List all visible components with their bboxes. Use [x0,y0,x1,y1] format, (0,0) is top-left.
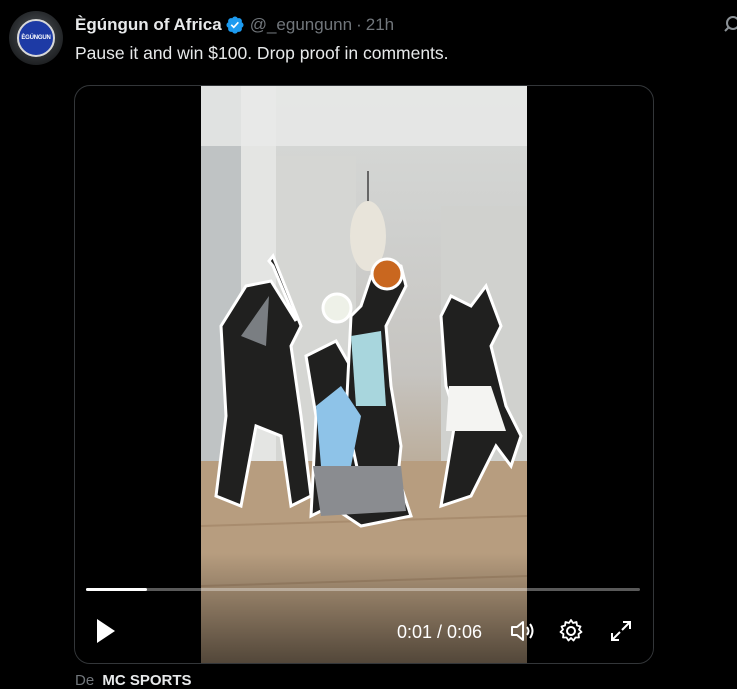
video-player[interactable]: 0:01 / 0:06 [74,85,654,664]
next-item-preview[interactable]: De MC SPORTS [75,672,192,689]
tweet-timestamp[interactable]: 21h [366,15,394,35]
video-time: 0:01 / 0:06 [397,622,483,642]
next-item-prefix: De [75,672,95,689]
avatar-logo-text: ÈGÚNGUN [21,35,51,41]
progress-fill [86,588,147,591]
settings-gear-icon[interactable] [558,618,584,644]
next-item-name[interactable]: MC SPORTS [102,672,191,689]
volume-muted-icon[interactable] [509,618,535,644]
controls-overlay [75,553,653,663]
verified-badge-icon [226,16,244,34]
author-handle[interactable]: @_egungunn [250,15,352,35]
profile-avatar[interactable]: ÈGÚNGUN [9,11,63,65]
separator-dot: · [356,15,362,34]
progress-bar[interactable] [86,588,640,591]
tweet-text: Pause it and win $100. Drop proof in com… [75,43,449,63]
fullscreen-icon[interactable] [608,618,634,644]
tweet-header: Ègúngun of Africa @_egungunn · 21h [75,13,394,37]
avatar-logo: ÈGÚNGUN [17,19,55,57]
author-name[interactable]: Ègúngun of Africa [75,15,222,35]
play-icon[interactable] [93,616,119,646]
grok-icon[interactable] [722,14,737,34]
